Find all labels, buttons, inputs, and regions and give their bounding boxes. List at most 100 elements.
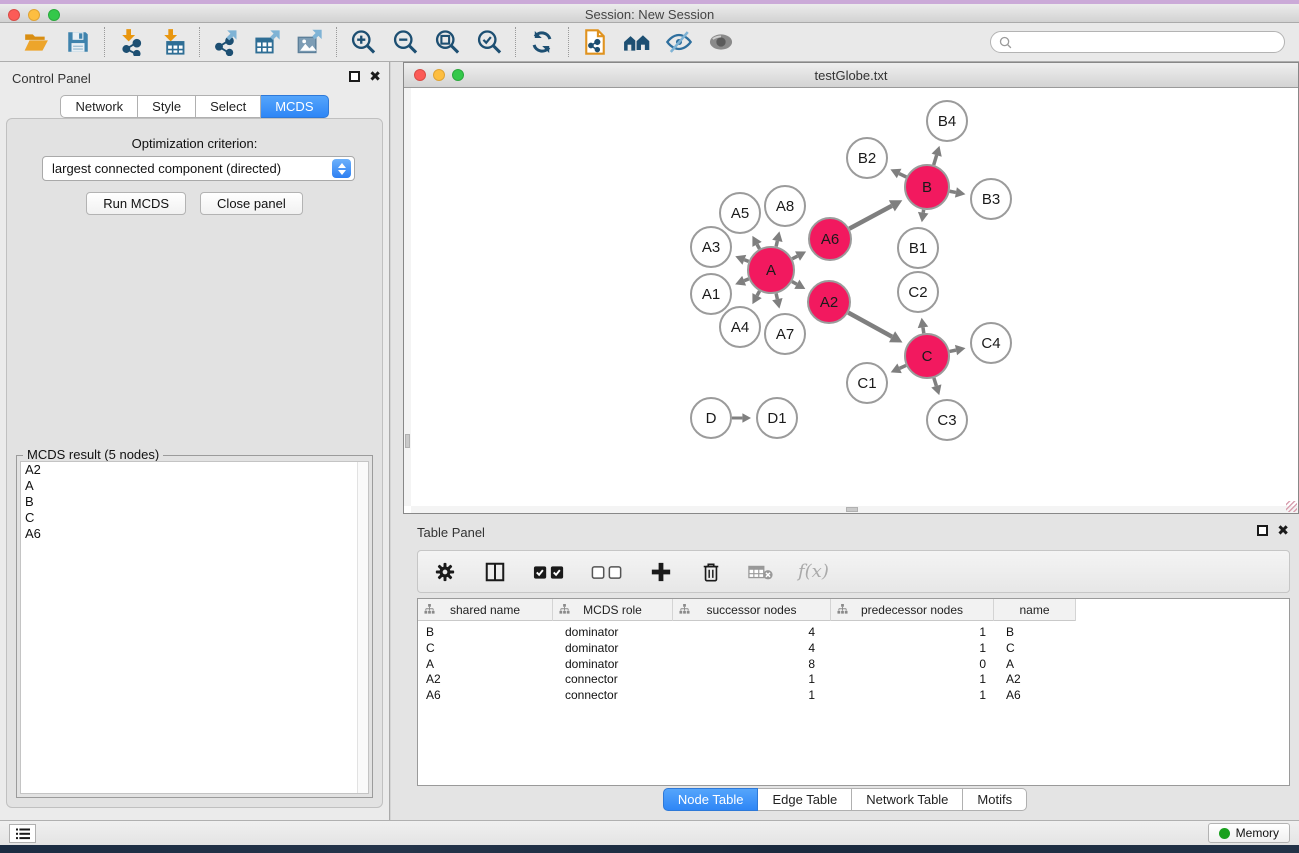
graph-edge-A-A5[interactable] bbox=[752, 236, 761, 249]
table-cell[interactable]: A2 bbox=[994, 672, 1076, 688]
tab-network[interactable]: Network bbox=[60, 95, 138, 118]
column-header-name[interactable]: name bbox=[994, 599, 1076, 621]
import-table-icon[interactable] bbox=[159, 28, 187, 56]
table-cell[interactable]: 1 bbox=[831, 641, 994, 657]
table-cell[interactable]: dominator bbox=[553, 657, 673, 673]
search-box[interactable] bbox=[990, 31, 1285, 53]
graph-edge-B-B2[interactable] bbox=[890, 169, 906, 179]
graph-node-A7[interactable]: A7 bbox=[765, 314, 805, 354]
graph-edge-C-C3[interactable] bbox=[931, 378, 941, 395]
graph-node-A3[interactable]: A3 bbox=[691, 227, 731, 267]
zoom-out-icon[interactable] bbox=[391, 28, 419, 56]
graph-node-B2[interactable]: B2 bbox=[847, 138, 887, 178]
graph-node-D1[interactable]: D1 bbox=[757, 398, 797, 438]
table-cell[interactable]: dominator bbox=[553, 641, 673, 657]
graph-node-A6[interactable]: A6 bbox=[809, 218, 851, 260]
table-cell[interactable]: C bbox=[418, 641, 553, 657]
column-header-predecessor-nodes[interactable]: predecessor nodes bbox=[831, 599, 994, 621]
result-list-item[interactable]: C bbox=[21, 510, 368, 526]
table-cell[interactable]: 4 bbox=[673, 641, 831, 657]
tab-mcds[interactable]: MCDS bbox=[261, 95, 328, 118]
tab-edge-table[interactable]: Edge Table bbox=[758, 788, 852, 811]
mcds-result-list[interactable]: A2ABCA6 bbox=[20, 461, 369, 794]
task-history-button[interactable] bbox=[9, 824, 36, 843]
result-list-item[interactable]: A2 bbox=[21, 462, 368, 478]
table-cell[interactable]: A bbox=[418, 657, 553, 673]
table-cell[interactable]: A bbox=[994, 657, 1076, 673]
graph-edge-A6-B[interactable] bbox=[849, 200, 902, 228]
table-row[interactable]: Cdominator41C bbox=[418, 641, 1289, 657]
home-icon[interactable] bbox=[623, 28, 651, 56]
graph-node-A4[interactable]: A4 bbox=[720, 307, 760, 347]
refresh-icon[interactable] bbox=[528, 28, 556, 56]
hide-eye-icon[interactable] bbox=[665, 28, 693, 56]
window-resize-grip[interactable] bbox=[1286, 501, 1297, 512]
graph-edge-A-A1[interactable] bbox=[735, 276, 749, 286]
tab-motifs[interactable]: Motifs bbox=[963, 788, 1027, 811]
table-cell[interactable]: C bbox=[994, 641, 1076, 657]
tab-node-table[interactable]: Node Table bbox=[663, 788, 759, 811]
graph-edge-C-C1[interactable] bbox=[891, 364, 906, 374]
table-cell[interactable]: 1 bbox=[831, 688, 994, 704]
graph-edge-A-A4[interactable] bbox=[752, 291, 761, 304]
table-cell[interactable]: connector bbox=[553, 688, 673, 704]
table-cell[interactable]: dominator bbox=[553, 625, 673, 641]
graph-node-C4[interactable]: C4 bbox=[971, 323, 1011, 363]
float-table-panel-icon[interactable] bbox=[1257, 525, 1268, 536]
graph-edge-B-B4[interactable] bbox=[932, 146, 942, 165]
graph-node-C[interactable]: C bbox=[905, 334, 949, 378]
graph-node-B1[interactable]: B1 bbox=[898, 228, 938, 268]
column-header-shared-name[interactable]: shared name bbox=[418, 599, 553, 621]
graph-edge-A-A8[interactable] bbox=[772, 231, 782, 246]
graph-node-A1[interactable]: A1 bbox=[691, 274, 731, 314]
network-window-titlebar[interactable]: testGlobe.txt bbox=[404, 63, 1298, 88]
graph-edge-C-C2[interactable] bbox=[918, 318, 928, 333]
table-cell[interactable]: 1 bbox=[831, 672, 994, 688]
save-session-icon[interactable] bbox=[64, 28, 92, 56]
graph-node-C1[interactable]: C1 bbox=[847, 363, 887, 403]
graph-node-B3[interactable]: B3 bbox=[971, 179, 1011, 219]
deselect-checkboxes-icon[interactable] bbox=[590, 559, 624, 585]
graph-edge-D-D1[interactable] bbox=[732, 413, 751, 423]
graph-edge-A-A6[interactable] bbox=[792, 251, 806, 260]
graph-node-A8[interactable]: A8 bbox=[765, 186, 805, 226]
graph-node-B[interactable]: B bbox=[905, 165, 949, 209]
table-cell[interactable]: 1 bbox=[831, 625, 994, 641]
table-cell[interactable]: 4 bbox=[673, 625, 831, 641]
tab-network-table[interactable]: Network Table bbox=[852, 788, 963, 811]
table-cell[interactable]: A6 bbox=[418, 688, 553, 704]
search-input[interactable] bbox=[1017, 35, 1276, 49]
tab-style[interactable]: Style bbox=[138, 95, 196, 118]
table-cell[interactable]: A6 bbox=[994, 688, 1076, 704]
delete-table-icon[interactable] bbox=[748, 559, 774, 585]
h-scrollbar-thumb[interactable] bbox=[846, 507, 858, 512]
zoom-selected-icon[interactable] bbox=[475, 28, 503, 56]
show-eye-icon[interactable] bbox=[707, 28, 735, 56]
v-scrollbar-thumb[interactable] bbox=[405, 434, 410, 448]
graph-node-A[interactable]: A bbox=[748, 247, 794, 293]
graph-node-C3[interactable]: C3 bbox=[927, 400, 967, 440]
column-layout-icon[interactable] bbox=[482, 559, 508, 585]
settings-gear-icon[interactable] bbox=[432, 559, 458, 585]
export-network-icon[interactable] bbox=[212, 28, 240, 56]
column-header-mcds-role[interactable]: MCDS role bbox=[553, 599, 673, 621]
graph-edge-A-A3[interactable] bbox=[735, 255, 748, 265]
table-cell[interactable]: 8 bbox=[673, 657, 831, 673]
network-h-scrollbar[interactable] bbox=[411, 506, 1298, 513]
function-builder-icon[interactable]: f(x) bbox=[798, 561, 829, 582]
list-scrollbar[interactable] bbox=[357, 462, 368, 793]
table-row[interactable]: Adominator80A bbox=[418, 657, 1289, 673]
graph-node-A5[interactable]: A5 bbox=[720, 193, 760, 233]
select-all-checkboxes-icon[interactable] bbox=[532, 559, 566, 585]
table-row[interactable]: Bdominator41B bbox=[418, 625, 1289, 641]
zoom-in-icon[interactable] bbox=[349, 28, 377, 56]
network-graph[interactable]: B4B2BB3A5A8A6A3B1AA1C2A2A4A7C4CC1DD1C3 bbox=[404, 88, 1298, 508]
graph-node-C2[interactable]: C2 bbox=[898, 272, 938, 312]
graph-edge-A-A7[interactable] bbox=[772, 293, 782, 308]
result-list-item[interactable]: A bbox=[21, 478, 368, 494]
open-session-icon[interactable] bbox=[22, 28, 50, 56]
zoom-fit-icon[interactable] bbox=[433, 28, 461, 56]
graph-node-B4[interactable]: B4 bbox=[927, 101, 967, 141]
table-cell[interactable]: B bbox=[418, 625, 553, 641]
graph-edge-B-B3[interactable] bbox=[950, 187, 966, 197]
